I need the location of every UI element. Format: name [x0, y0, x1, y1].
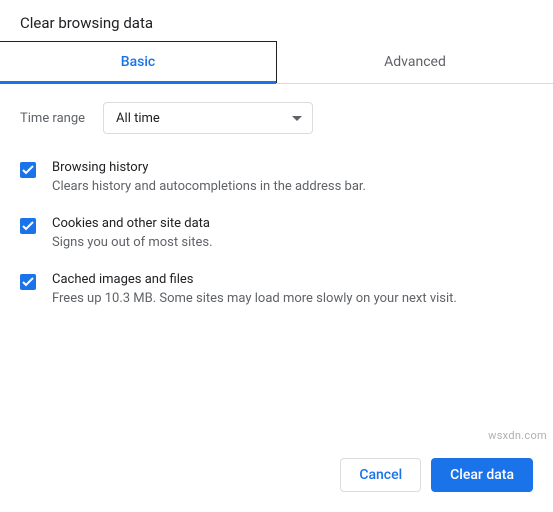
clear-data-button-label: Clear data — [450, 467, 514, 483]
option-text: Browsing history Clears history and auto… — [52, 160, 366, 194]
time-range-value: All time — [116, 111, 160, 126]
watermark: wsxdn.com — [488, 429, 547, 442]
check-icon — [22, 221, 34, 231]
dialog-footer: Cancel Clear data — [340, 458, 533, 492]
option-desc: Clears history and autocompletions in th… — [52, 179, 366, 194]
option-desc: Signs you out of most sites. — [52, 235, 213, 250]
chevron-down-icon — [292, 111, 302, 126]
option-title: Cookies and other site data — [52, 216, 213, 231]
checkbox-cache[interactable] — [20, 274, 36, 290]
option-title: Browsing history — [52, 160, 366, 175]
option-cookies: Cookies and other site data Signs you ou… — [20, 216, 533, 250]
time-range-row: Time range All time — [20, 102, 533, 134]
option-cache: Cached images and files Frees up 10.3 MB… — [20, 272, 533, 306]
checkbox-cookies[interactable] — [20, 218, 36, 234]
tab-advanced-label: Advanced — [384, 54, 446, 70]
tabs: Basic Advanced — [0, 42, 553, 84]
option-text: Cookies and other site data Signs you ou… — [52, 216, 213, 250]
cancel-button[interactable]: Cancel — [340, 458, 421, 492]
cancel-button-label: Cancel — [359, 467, 402, 483]
check-icon — [22, 165, 34, 175]
dialog-body: Time range All time Browsing history Cle… — [0, 84, 553, 306]
dialog-title: Clear browsing data — [0, 0, 553, 42]
check-icon — [22, 277, 34, 287]
option-browsing-history: Browsing history Clears history and auto… — [20, 160, 533, 194]
tab-basic-label: Basic — [121, 54, 155, 70]
option-text: Cached images and files Frees up 10.3 MB… — [52, 272, 457, 306]
option-title: Cached images and files — [52, 272, 457, 287]
time-range-label: Time range — [20, 111, 85, 126]
clear-data-button[interactable]: Clear data — [431, 458, 533, 492]
tab-advanced[interactable]: Advanced — [277, 42, 553, 83]
option-desc: Frees up 10.3 MB. Some sites may load mo… — [52, 291, 457, 306]
checkbox-browsing-history[interactable] — [20, 162, 36, 178]
clear-browsing-data-dialog: Clear browsing data Basic Advanced Time … — [0, 0, 553, 512]
time-range-select[interactable]: All time — [103, 102, 313, 134]
tab-basic[interactable]: Basic — [0, 41, 277, 83]
